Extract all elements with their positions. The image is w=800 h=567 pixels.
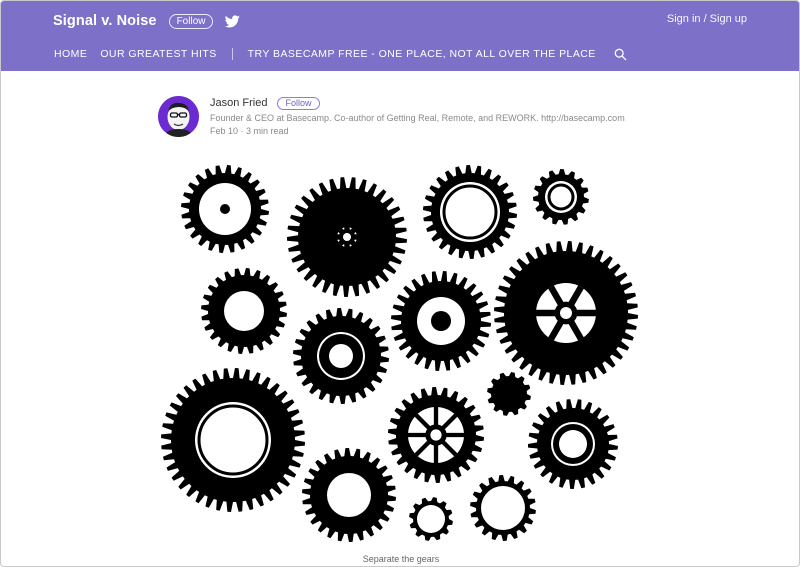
browser-window: Signal v. Noise Follow Sign in / Sign up… xyxy=(0,0,800,567)
author-meta: Jason Fried Follow Founder & CEO at Base… xyxy=(210,96,625,138)
search-icon[interactable] xyxy=(614,48,627,61)
gear-part xyxy=(559,430,587,458)
primary-nav: HOME OUR GREATEST HITS TRY BASECAMP FREE… xyxy=(54,47,627,61)
gear-shape xyxy=(487,372,531,416)
gear-part xyxy=(430,429,442,441)
post-date: Feb 10 xyxy=(210,126,239,136)
publication-header: Signal v. Noise Follow Sign in / Sign up… xyxy=(1,1,799,71)
author-block: Jason Fried Follow Founder & CEO at Base… xyxy=(158,96,625,138)
gear-part xyxy=(560,307,572,319)
gear-part xyxy=(329,344,353,368)
gear-part xyxy=(224,291,264,331)
gear-part xyxy=(343,233,351,241)
nav-home[interactable]: HOME xyxy=(54,48,87,60)
publication-name[interactable]: Signal v. Noise xyxy=(53,13,157,29)
author-follow-button[interactable]: Follow xyxy=(277,96,320,110)
read-time: 3 min read xyxy=(246,126,289,136)
gear-part xyxy=(215,422,251,458)
brand-row: Signal v. Noise Follow xyxy=(53,10,241,32)
post-meta: Feb 10 · 3 min read xyxy=(210,126,625,136)
gear-part xyxy=(417,505,445,533)
gear-part xyxy=(453,195,487,229)
author-name[interactable]: Jason Fried xyxy=(210,97,267,109)
gear-part xyxy=(327,473,371,517)
nav-divider xyxy=(231,48,233,60)
gear-part xyxy=(220,204,230,214)
author-top-row: Jason Fried Follow xyxy=(210,96,625,110)
gears-image xyxy=(161,165,638,542)
twitter-icon[interactable] xyxy=(225,14,241,28)
image-caption: Separate the gears xyxy=(362,554,440,564)
nav-greatest-hits[interactable]: OUR GREATEST HITS xyxy=(100,48,216,60)
gear-part xyxy=(481,486,525,530)
publication-follow-button[interactable]: Follow xyxy=(168,13,214,29)
author-avatar[interactable] xyxy=(158,96,199,137)
author-bio: Founder & CEO at Basecamp. Co-author of … xyxy=(210,113,625,123)
sign-in-link[interactable]: Sign in / Sign up xyxy=(667,13,747,25)
gear-part xyxy=(431,311,451,331)
nav-try-basecamp[interactable]: TRY BASECAMP FREE - ONE PLACE, NOT ALL O… xyxy=(248,48,596,60)
